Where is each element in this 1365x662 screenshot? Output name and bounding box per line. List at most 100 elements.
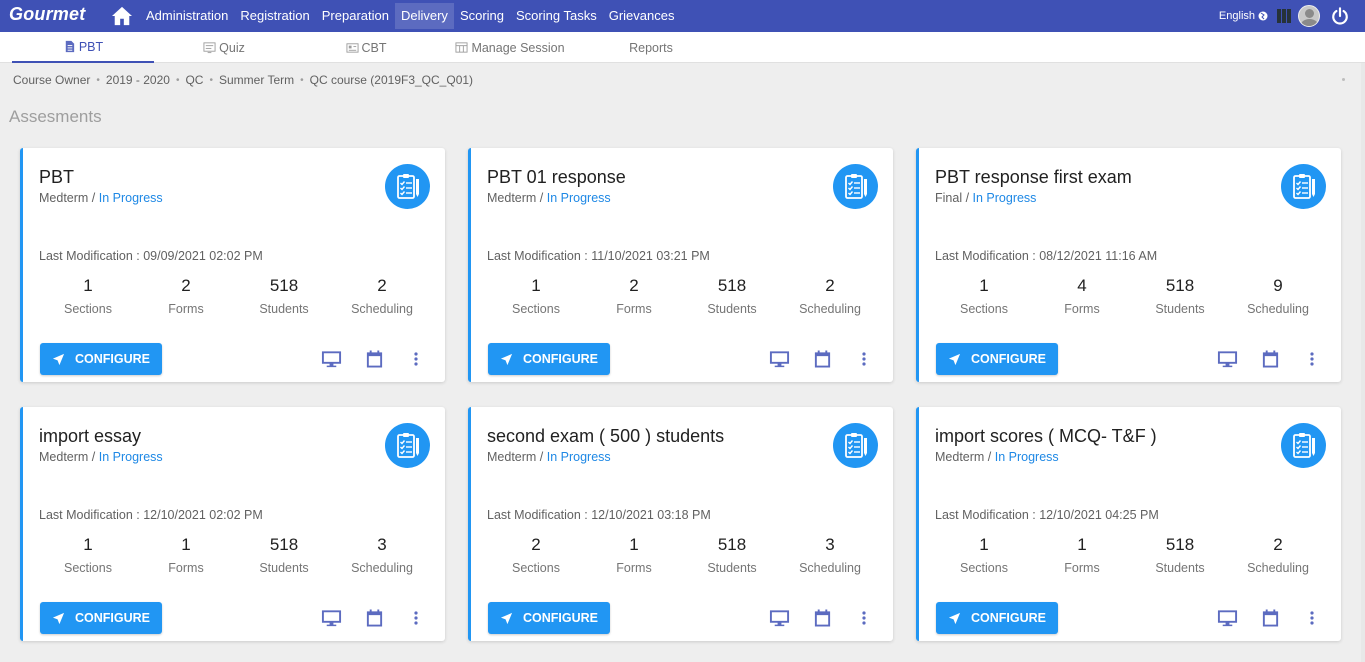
checklist-icon [1281, 164, 1326, 209]
stat-scheduling: 3 Scheduling [333, 535, 431, 575]
calendar-button[interactable] [812, 608, 832, 628]
nav-item-registration[interactable]: Registration [234, 3, 315, 29]
last-modification-value: 09/09/2021 02:02 PM [143, 249, 263, 263]
nav-item-scoring-tasks[interactable]: Scoring Tasks [510, 3, 603, 29]
last-modification: Last Modification : 11/10/2021 03:21 PM [487, 249, 710, 263]
monitor-button[interactable] [1216, 608, 1238, 628]
configure-label: CONFIGURE [971, 611, 1046, 625]
card-title[interactable]: import essay [39, 426, 141, 447]
stat-value: 2 [1273, 535, 1283, 554]
monitor-button[interactable] [768, 608, 790, 628]
assessment-card[interactable]: import essay Medterm / In Progress Last … [20, 407, 445, 641]
assessment-card[interactable]: second exam ( 500 ) students Medterm / I… [468, 407, 893, 641]
card-subtitle: Medterm / In Progress [39, 191, 163, 205]
scrollbar[interactable] [1361, 63, 1365, 662]
card-title[interactable]: PBT [39, 167, 74, 188]
app-logo[interactable]: Gourmet [9, 4, 85, 25]
breadcrumb-item[interactable]: QC [185, 73, 203, 88]
configure-label: CONFIGURE [75, 352, 150, 366]
nav-item-grievances[interactable]: Grievances [603, 3, 681, 29]
assessment-card[interactable]: PBT Medterm / In Progress Last Modificat… [20, 148, 445, 382]
tab-quiz[interactable]: Quiz [197, 32, 251, 63]
card-stats: 1 Sections 2 Forms 518 Students 2 Schedu… [39, 276, 431, 316]
exam-type: Medterm [39, 191, 89, 205]
monitor-icon [1217, 351, 1237, 368]
configure-button[interactable]: CONFIGURE [488, 602, 610, 634]
calendar-button[interactable] [1260, 349, 1280, 369]
tab-manage-session[interactable]: Manage Session [449, 32, 571, 63]
breadcrumb-item[interactable]: Course Owner [13, 73, 90, 88]
nav-item-preparation[interactable]: Preparation [316, 3, 395, 29]
power-icon[interactable] [1331, 7, 1349, 25]
calendar-button[interactable] [1260, 608, 1280, 628]
avatar[interactable] [1298, 5, 1320, 27]
stat-value: 2 [181, 276, 191, 295]
calendar-button[interactable] [364, 349, 384, 369]
card-title[interactable]: import scores ( MCQ- T&F ) [935, 426, 1157, 447]
breadcrumb-item[interactable]: Summer Term [219, 73, 294, 88]
stat-sections: 1 Sections [935, 535, 1033, 575]
monitor-button[interactable] [320, 608, 342, 628]
monitor-button[interactable] [768, 349, 790, 369]
exam-type: Medterm [935, 450, 985, 464]
more-options-button[interactable] [411, 349, 421, 369]
monitor-icon [769, 610, 789, 627]
assessment-card[interactable]: PBT response first exam Final / In Progr… [916, 148, 1341, 382]
monitor-button[interactable] [320, 349, 342, 369]
last-modification-value: 12/10/2021 03:18 PM [591, 508, 711, 522]
configure-button[interactable]: CONFIGURE [936, 343, 1058, 375]
stat-label: Sections [960, 561, 1008, 575]
card-title[interactable]: PBT 01 response [487, 167, 626, 188]
nav-item-scoring[interactable]: Scoring [454, 3, 510, 29]
calendar-button[interactable] [364, 608, 384, 628]
language-selector[interactable]: English [1219, 10, 1268, 22]
breadcrumb-item[interactable]: QC course (2019F3_QC_Q01) [310, 73, 473, 88]
card-stats: 1 Sections 1 Forms 518 Students 2 Schedu… [935, 535, 1327, 575]
assessment-card[interactable]: import scores ( MCQ- T&F ) Medterm / In … [916, 407, 1341, 641]
apps-icon[interactable] [1276, 8, 1292, 24]
more-vert-icon [862, 352, 866, 366]
quiz-icon [203, 42, 216, 54]
cbt-icon [345, 43, 359, 53]
more-options-button[interactable] [859, 349, 869, 369]
monitor-icon [769, 351, 789, 368]
configure-button[interactable]: CONFIGURE [936, 602, 1058, 634]
stat-scheduling: 9 Scheduling [1229, 276, 1327, 316]
tab-cbt[interactable]: CBT [340, 32, 392, 63]
nav-item-delivery[interactable]: Delivery [394, 3, 454, 29]
more-options-button[interactable] [1307, 349, 1317, 369]
nav-item-administration[interactable]: Administration [140, 3, 234, 29]
configure-button[interactable]: CONFIGURE [488, 343, 610, 375]
breadcrumb-item[interactable]: 2019 - 2020 [106, 73, 170, 88]
stat-sections: 1 Sections [39, 535, 137, 575]
configure-button[interactable]: CONFIGURE [40, 343, 162, 375]
more-options-button[interactable] [859, 608, 869, 628]
card-subtitle: Final / In Progress [935, 191, 1036, 205]
nav-right: English [1219, 0, 1365, 32]
stat-sections: 1 Sections [935, 276, 1033, 316]
monitor-button[interactable] [1216, 349, 1238, 369]
delivery-tabs: PBT Quiz CBT Manage Session Reports [0, 32, 1365, 63]
checklist-icon [385, 164, 430, 209]
checklist-icon [833, 164, 878, 209]
assessment-card[interactable]: PBT 01 response Medterm / In Progress La… [468, 148, 893, 382]
stat-value: 3 [825, 535, 835, 554]
configure-label: CONFIGURE [523, 352, 598, 366]
breadcrumb-separator: • [96, 75, 100, 86]
status-separator: / [88, 450, 99, 464]
tab-reports[interactable]: Reports [620, 32, 682, 63]
stat-scheduling: 2 Scheduling [781, 276, 879, 316]
card-stats: 2 Sections 1 Forms 518 Students 3 Schedu… [487, 535, 879, 575]
stat-label: Forms [168, 302, 204, 316]
configure-button[interactable]: CONFIGURE [40, 602, 162, 634]
stat-label: Forms [1064, 561, 1100, 575]
more-options-button[interactable] [1307, 608, 1317, 628]
card-title[interactable]: second exam ( 500 ) students [487, 426, 724, 447]
tab-pbt[interactable]: PBT [12, 32, 154, 63]
home-icon[interactable] [111, 6, 133, 26]
more-options-button[interactable] [411, 608, 421, 628]
card-title[interactable]: PBT response first exam [935, 167, 1132, 188]
stat-label: Scheduling [1247, 561, 1309, 575]
calendar-button[interactable] [812, 349, 832, 369]
stat-forms: 1 Forms [585, 535, 683, 575]
